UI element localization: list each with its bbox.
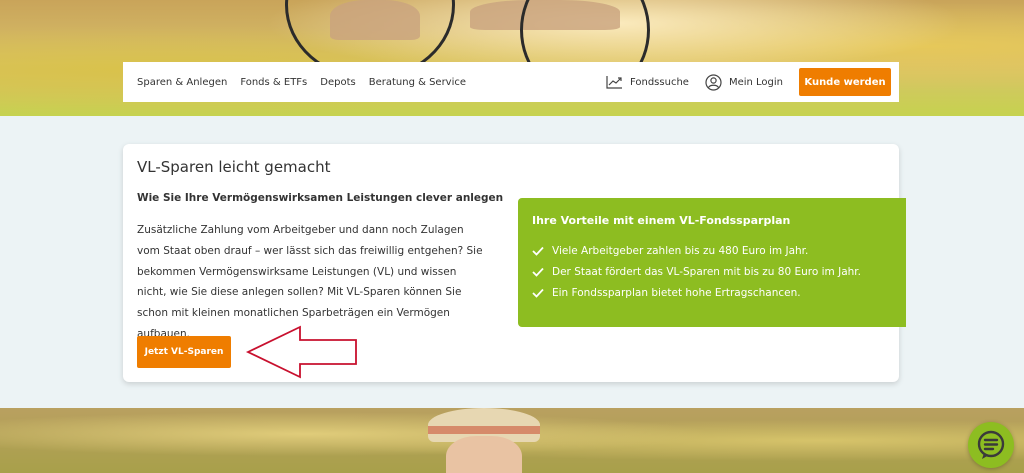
chat-icon [977, 430, 1005, 459]
login-label: Mein Login [728, 76, 783, 88]
fondssuche-label: Fondssuche [629, 76, 689, 88]
user-circle-icon [705, 73, 722, 91]
nav-links: Sparen & Anlegen Fonds & ETFs Depots Ber… [137, 77, 466, 88]
nav-link-depots[interactable]: Depots [320, 77, 355, 88]
benefits-title: Ihre Vorteile mit einem VL-Fondssparplan [532, 214, 791, 227]
list-item: Ein Fondssparplan bietet hohe Ertragscha… [532, 282, 892, 303]
benefits-box: Ihre Vorteile mit einem VL-Fondssparplan… [518, 198, 906, 327]
page-title: VL-Sparen leicht gemacht [137, 158, 331, 176]
list-item: Der Staat fördert das VL-Sparen mit bis … [532, 261, 892, 282]
benefits-list: Viele Arbeitgeber zahlen bis zu 480 Euro… [532, 240, 892, 303]
card-subtitle: Wie Sie Ihre Vermögenswirksamen Leistung… [137, 192, 504, 204]
nav-link-beratung-service[interactable]: Beratung & Service [369, 77, 466, 88]
list-item: Viele Arbeitgeber zahlen bis zu 480 Euro… [532, 240, 892, 261]
login-link[interactable]: Mein Login [705, 73, 783, 91]
check-icon [532, 288, 544, 298]
main-navigation: Sparen & Anlegen Fonds & ETFs Depots Ber… [123, 62, 899, 102]
benefit-text: Viele Arbeitgeber zahlen bis zu 480 Euro… [552, 244, 809, 257]
benefit-text: Ein Fondssparplan bietet hohe Ertragscha… [552, 286, 801, 299]
benefit-text: Der Staat fördert das VL-Sparen mit bis … [552, 265, 861, 278]
annotation-arrow [245, 325, 357, 379]
hero-image-bottom [0, 408, 1024, 473]
chat-button[interactable] [968, 422, 1014, 468]
chart-trend-icon [606, 76, 622, 89]
nav-link-fonds-etfs[interactable]: Fonds & ETFs [240, 77, 307, 88]
kunde-werden-button[interactable]: Kunde werden [799, 68, 891, 96]
fondssuche-link[interactable]: Fondssuche [606, 75, 689, 89]
hat-band [428, 426, 540, 434]
nav-link-sparen-anlegen[interactable]: Sparen & Anlegen [137, 77, 227, 88]
nav-right: Fondssuche Mein Login Kunde werden [606, 68, 891, 96]
check-icon [532, 267, 544, 277]
jetzt-vl-sparen-button[interactable]: Jetzt VL-Sparen [137, 336, 231, 368]
hero-face [446, 436, 522, 473]
check-icon [532, 246, 544, 256]
